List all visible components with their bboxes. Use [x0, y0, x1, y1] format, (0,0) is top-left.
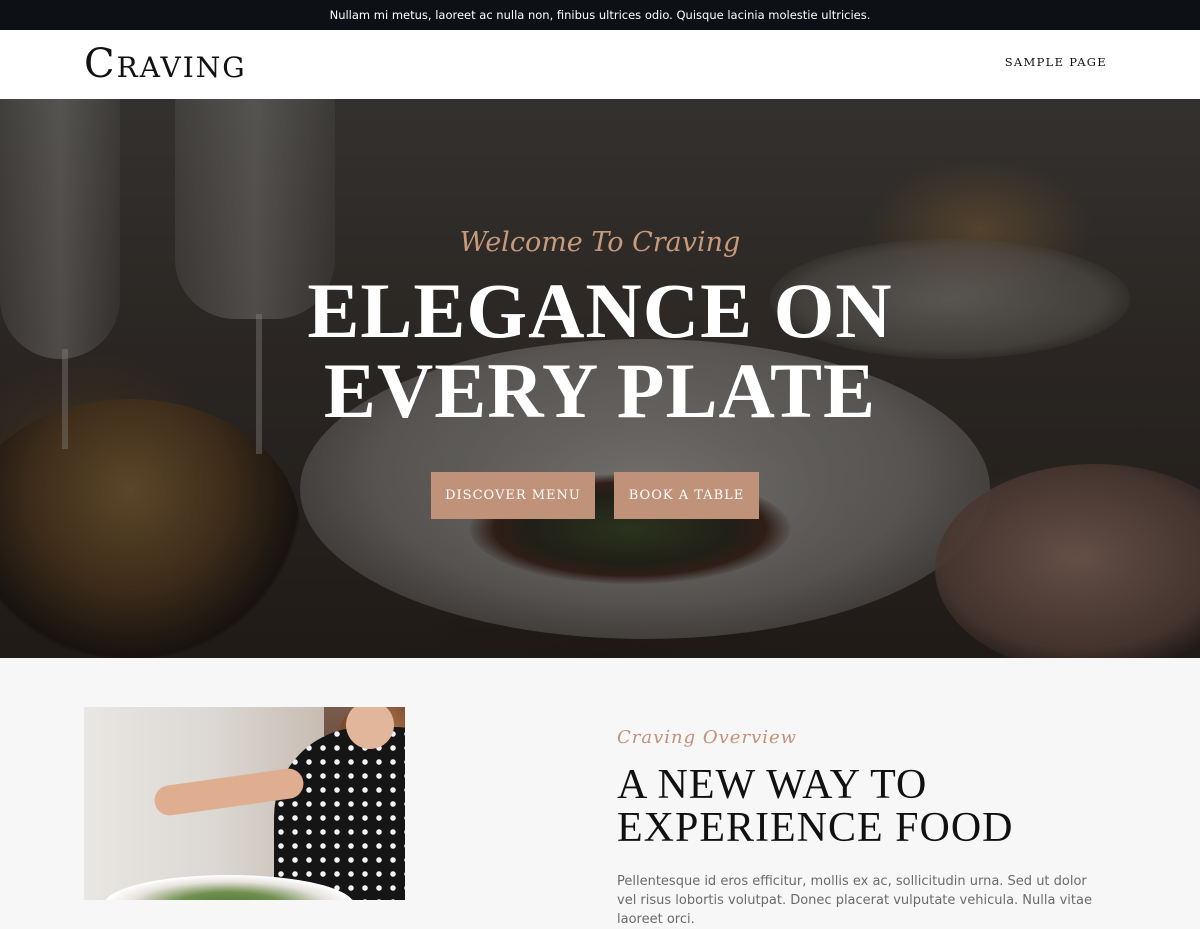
hero-title: Elegance on every plate — [0, 271, 1200, 431]
overview-section: Craving Overview A new way to experience… — [0, 658, 1200, 927]
hero-title-line-2: every plate — [323, 347, 877, 434]
overview-kicker: Craving Overview — [617, 727, 798, 748]
overview-heading-line-1: A new way to — [617, 762, 928, 808]
discover-menu-button[interactable]: Discover Menu — [431, 472, 595, 519]
announcement-bar: Nullam mi metus, laoreet ac nulla non, f… — [0, 0, 1200, 30]
hero-kicker: Welcome To Craving — [459, 227, 741, 258]
nav-link-sample-page[interactable]: Sample Page — [1005, 55, 1107, 69]
hero-title-line-1: Elegance on — [307, 267, 893, 354]
site-header: Craving Sample Page — [0, 30, 1200, 99]
overview-heading-line-2: experience food — [617, 805, 1014, 851]
photo-polka-dot-shirt — [274, 727, 405, 900]
overview-heading: A new way to experience food — [617, 764, 1177, 850]
overview-paragraph: Pellentesque id eros efficitur, mollis e… — [617, 874, 1092, 927]
hero-section: Welcome To Craving Elegance on every pla… — [0, 99, 1200, 658]
book-table-button[interactable]: Book a Table — [614, 472, 759, 519]
overview-photo-woman-eating — [84, 707, 405, 900]
hero-content: Welcome To Craving Elegance on every pla… — [0, 99, 1200, 658]
site-logo[interactable]: Craving — [84, 40, 247, 88]
announcement-text: Nullam mi metus, laoreet ac nulla non, f… — [329, 8, 871, 22]
